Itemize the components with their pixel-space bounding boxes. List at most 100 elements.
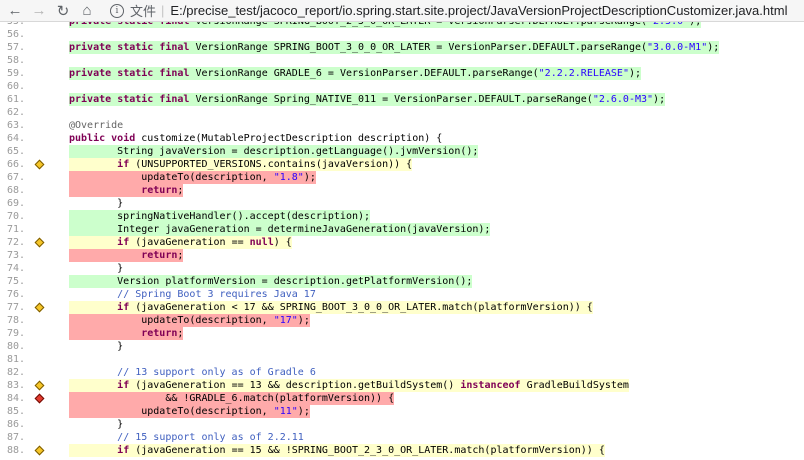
line-number: 88.: [6, 445, 25, 456]
file-label: 文件: [130, 4, 157, 19]
code-line: 61. private static final VersionRange Spr…: [0, 93, 804, 106]
code-text: @Override: [69, 120, 124, 131]
code-line: 63. @Override: [0, 119, 804, 132]
code-text: private static final VersionRange GRADLE…: [69, 67, 642, 80]
branch-missed-icon[interactable]: [34, 393, 45, 404]
code-line: 65. String javaVersion = description.get…: [0, 145, 804, 158]
code-line: 69. }: [0, 197, 804, 210]
back-icon[interactable]: ←: [6, 2, 24, 20]
line-number: 60.: [6, 81, 25, 92]
code-text: }: [69, 341, 124, 352]
code-text: if (javaGeneration < 17 && SPRING_BOOT_3…: [69, 301, 593, 314]
code-line: 67. updateTo(description, "1.8");: [0, 171, 804, 184]
code-line: 87. // 15 support only as of 2.2.11: [0, 431, 804, 444]
code-line: 80. }: [0, 340, 804, 353]
code-line: 78. updateTo(description, "17");: [0, 314, 804, 327]
code-text: if (javaGeneration == 13 && description.…: [69, 379, 629, 392]
code-text: updateTo(description, "17");: [69, 314, 310, 327]
info-icon[interactable]: i: [110, 3, 124, 18]
home-icon[interactable]: ⌂: [78, 2, 96, 20]
code-line: 75. Version platformVersion = descriptio…: [0, 275, 804, 288]
line-number: 68.: [6, 185, 25, 196]
code-text: Version platformVersion = description.ge…: [69, 275, 473, 288]
line-number: 79.: [6, 328, 25, 339]
url-text[interactable]: E:/precise_test/jacoco_report/io.spring.…: [170, 3, 787, 18]
line-number: 74.: [6, 263, 25, 274]
line-number: 57.: [6, 42, 25, 53]
line-number: 70.: [6, 211, 25, 222]
code-text: if (javaGeneration == 15 && !SPRING_BOOT…: [69, 444, 605, 457]
browser-toolbar: ← → ↻ ⌂ i 文件 | E:/precise_test/jacoco_re…: [0, 0, 804, 22]
code-text: Integer javaGeneration = determineJavaGe…: [69, 223, 491, 236]
branch-partial-icon[interactable]: [34, 159, 45, 170]
code-text: private static final VersionRange SPRING…: [69, 41, 720, 54]
code-text: updateTo(description, "11");: [69, 405, 310, 418]
code-line: 85. updateTo(description, "11");: [0, 405, 804, 418]
code-text: if (UNSUPPORTED_VERSIONS.contains(javaVe…: [69, 158, 413, 171]
code-text: updateTo(description, "1.8");: [69, 171, 316, 184]
line-number: 56.: [6, 29, 25, 40]
line-number: 67.: [6, 172, 25, 183]
address-bar[interactable]: i 文件 | E:/precise_test/jacoco_report/io.…: [110, 1, 787, 21]
code-text: return;: [69, 327, 184, 340]
line-number: 84.: [6, 393, 25, 404]
code-line: 84. && !GRADLE_6.match(platformVersion))…: [0, 392, 804, 405]
line-number: 85.: [6, 406, 25, 417]
code-line: 73. return;: [0, 249, 804, 262]
code-text: // 13 support only as of Gradle 6: [117, 367, 316, 378]
code-text: public void customize(MutableProjectDesc…: [69, 133, 443, 144]
code-line: 59. private static final VersionRange GRA…: [0, 67, 804, 80]
line-number: 71.: [6, 224, 25, 235]
address-separator: |: [161, 3, 165, 18]
code-line: 81.: [0, 353, 804, 366]
code-text: // Spring Boot 3 requires Java 17: [117, 289, 316, 300]
code-text: && !GRADLE_6.match(platformVersion)) {: [69, 392, 395, 405]
branch-partial-icon[interactable]: [34, 445, 45, 456]
code-line: 56.: [0, 28, 804, 41]
code-line: 71. Integer javaGeneration = determineJa…: [0, 223, 804, 236]
code-text: String javaVersion = description.getLang…: [69, 145, 479, 158]
code-line: 79. return;: [0, 327, 804, 340]
line-number: 58.: [6, 55, 25, 66]
line-number: 72.: [6, 237, 25, 248]
branch-partial-icon[interactable]: [34, 237, 45, 248]
line-number: 83.: [6, 380, 25, 391]
code-text: }: [69, 198, 124, 209]
code-text: }: [69, 263, 124, 274]
line-number: 64.: [6, 133, 25, 144]
code-text: if (javaGeneration == null) {: [69, 236, 292, 249]
line-number: 75.: [6, 276, 25, 287]
code-text: springNativeHandler().accept(description…: [69, 210, 371, 223]
code-line: 68. return;: [0, 184, 804, 197]
code-line: 72. if (javaGeneration == null) {: [0, 236, 804, 249]
code-line: 74. }: [0, 262, 804, 275]
line-number: 66.: [6, 159, 25, 170]
code-line: 83. if (javaGeneration == 13 && descript…: [0, 379, 804, 392]
code-text: return;: [69, 184, 184, 197]
reload-icon[interactable]: ↻: [54, 2, 72, 20]
line-number: 59.: [6, 68, 25, 79]
line-number: 61.: [6, 94, 25, 105]
forward-icon[interactable]: →: [30, 2, 48, 20]
code-line: 82. // 13 support only as of Gradle 6: [0, 366, 804, 379]
line-number: 69.: [6, 198, 25, 209]
code-line: 70. springNativeHandler().accept(descrip…: [0, 210, 804, 223]
line-number: 76.: [6, 289, 25, 300]
line-number: 63.: [6, 120, 25, 131]
source-code-view: 55.private static final VersionRange SPR…: [0, 22, 804, 460]
code-line: 66. if (UNSUPPORTED_VERSIONS.contains(ja…: [0, 158, 804, 171]
code-line: 57. private static final VersionRange SPR…: [0, 41, 804, 54]
code-line: 64. public void customize(MutableProjectD…: [0, 132, 804, 145]
line-number: 73.: [6, 250, 25, 261]
code-text: return;: [69, 249, 184, 262]
branch-partial-icon[interactable]: [34, 302, 45, 313]
code-line: 77. if (javaGeneration < 17 && SPRING_BO…: [0, 301, 804, 314]
line-number: 65.: [6, 146, 25, 157]
code-line: 62.: [0, 106, 804, 119]
branch-partial-icon[interactable]: [34, 380, 45, 391]
code-line: 88. if (javaGeneration == 15 && !SPRING_…: [0, 444, 804, 457]
line-number: 77.: [6, 302, 25, 313]
line-number: 78.: [6, 315, 25, 326]
code-line: 58.: [0, 54, 804, 67]
code-line: 60.: [0, 80, 804, 93]
